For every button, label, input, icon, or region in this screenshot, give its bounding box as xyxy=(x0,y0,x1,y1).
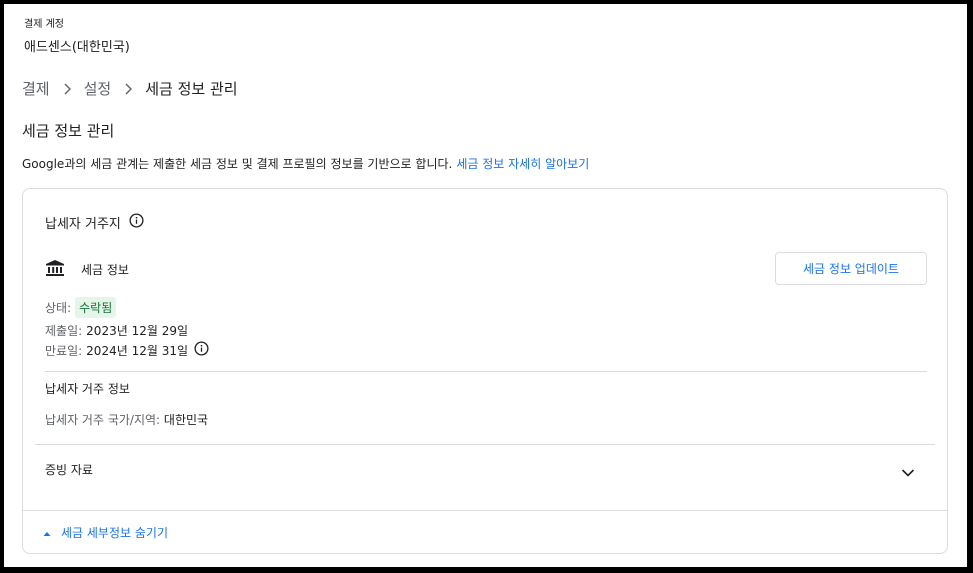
section-title-text: 납세자 거주지 xyxy=(45,217,121,232)
submitted-value: 2023년 12월 29일 xyxy=(86,324,188,338)
info-icon[interactable] xyxy=(194,341,209,359)
account-label: 결제 계정 xyxy=(24,19,64,30)
breadcrumb-billing[interactable]: 결제 xyxy=(22,78,50,99)
chevron-right-icon xyxy=(111,80,145,98)
tax-info-row: 세금 정보 xyxy=(45,259,129,280)
breadcrumb-settings[interactable]: 설정 xyxy=(84,78,112,99)
hide-details-link[interactable]: 세금 세부정보 숨기기 xyxy=(43,524,168,541)
residence-line: 납세자 거주 국가/지역: 대한민국 xyxy=(45,411,208,428)
residence-label: 납세자 거주 국가/지역: xyxy=(45,413,161,427)
evidence-label[interactable]: 증빙 자료 xyxy=(45,461,93,478)
breadcrumb-current: 세금 정보 관리 xyxy=(145,80,238,98)
divider xyxy=(35,444,935,445)
divider xyxy=(45,371,927,372)
expiry-value: 2024년 12월 31일 xyxy=(86,343,188,358)
caret-up-icon xyxy=(43,526,51,540)
residence-title: 납세자 거주 정보 xyxy=(45,382,130,396)
update-tax-info-button[interactable]: 세금 정보 업데이트 xyxy=(775,252,927,285)
page-frame: 결제 계정 애드센스(대한민국) 결제 설정 세금 정보 관리 세금 정보 관리… xyxy=(4,4,967,567)
chevron-down-icon[interactable] xyxy=(901,463,915,482)
status-line: 상태: 수락됨 xyxy=(45,297,117,318)
hide-details-label: 세금 세부정보 숨기기 xyxy=(61,526,168,540)
info-icon[interactable] xyxy=(129,213,144,232)
tax-info-card: 납세자 거주지 세금 정보 세금 정보 업데이트 상태: 수락됨 제출일: 20… xyxy=(22,188,948,554)
learn-more-link[interactable]: 세금 정보 자세히 알아보기 xyxy=(456,157,589,171)
tax-info-label: 세금 정보 xyxy=(81,263,129,277)
residence-value: 대한민국 xyxy=(163,413,209,427)
expiry-label: 만료일: xyxy=(45,343,83,358)
bank-icon xyxy=(45,259,65,280)
description-text: Google과의 세금 관계는 제출한 세금 정보 및 결제 프로필의 정보를 … xyxy=(22,157,453,171)
account-name[interactable]: 애드센스(대한민국) xyxy=(24,36,130,55)
page-description: Google과의 세금 관계는 제출한 세금 정보 및 결제 프로필의 정보를 … xyxy=(22,155,589,172)
status-badge: 수락됨 xyxy=(75,297,117,318)
section-title: 납세자 거주지 xyxy=(45,213,144,232)
divider xyxy=(23,510,947,511)
breadcrumb: 결제 설정 세금 정보 관리 xyxy=(22,78,238,99)
submitted-label: 제출일: xyxy=(45,324,83,338)
submitted-date-line: 제출일: 2023년 12월 29일 xyxy=(45,322,188,339)
status-label: 상태: xyxy=(45,301,72,315)
page-title: 세금 정보 관리 xyxy=(22,122,115,140)
expiry-date-line: 만료일: 2024년 12월 31일 xyxy=(45,341,209,359)
chevron-right-icon xyxy=(50,80,84,98)
